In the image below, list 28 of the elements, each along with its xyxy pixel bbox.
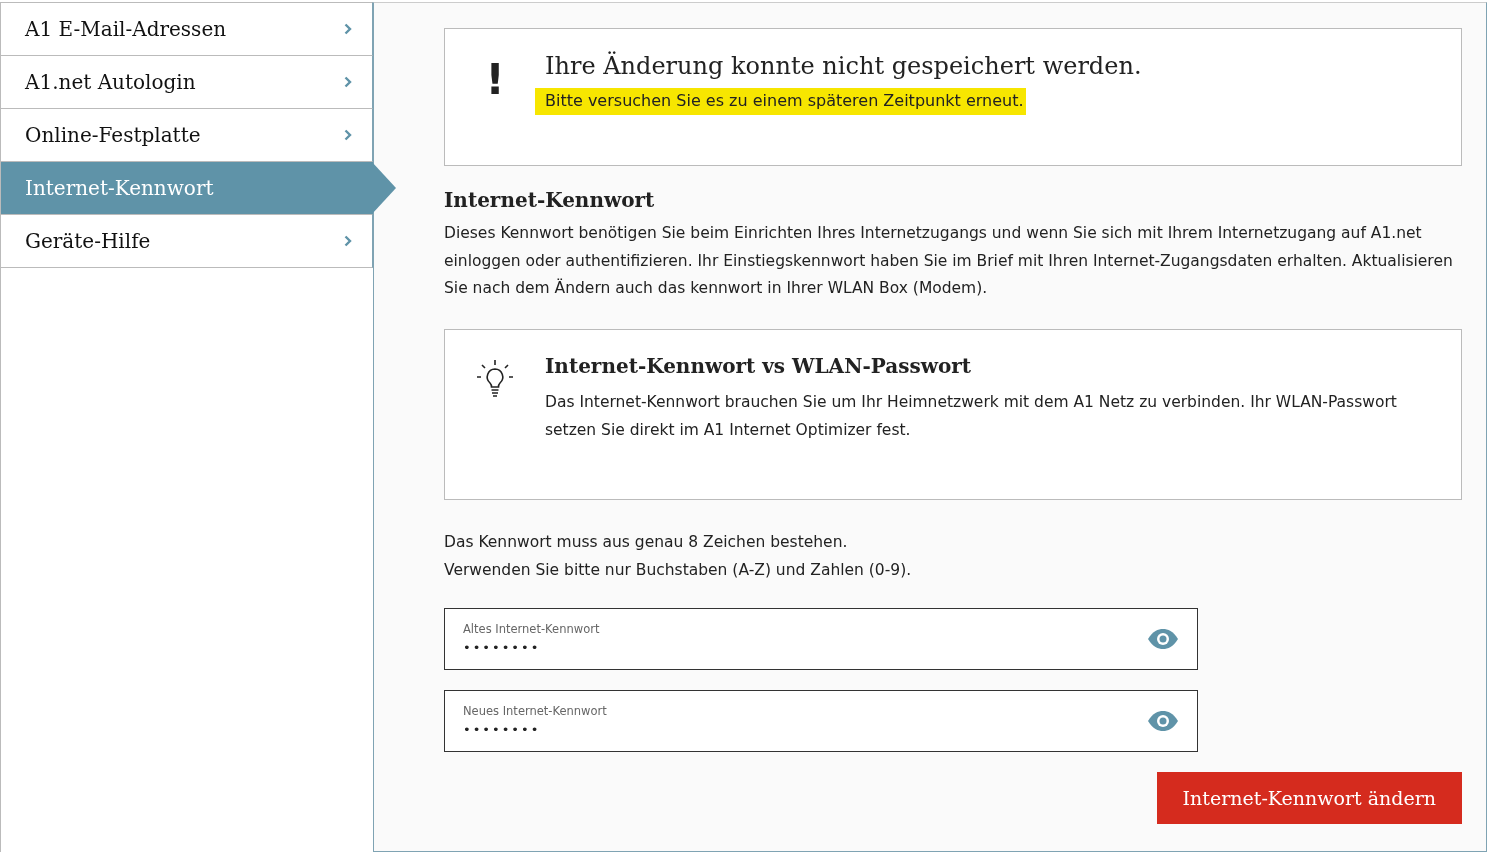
sidebar-item[interactable]: Online-Festplatte [1, 109, 373, 162]
chevron-right-icon [344, 23, 352, 35]
sidebar-item[interactable]: Geräte-Hilfe [1, 215, 373, 268]
section-description: Dieses Kennwort benötigen Sie beim Einrichten Ihres Internetzugangs und wenn Sie sich mit Ihrem Internetzugang auf A1.net einloggen oder authentifizieren. Ihr Einstiegskennwort haben Sie im Brief mit Ihren Internet-Zugangsdaten erhalten. Aktualisieren Sie nach dem Ändern auch das kennwort in Ihrer WLAN Box (Modem). [444, 223, 1454, 299]
password-value: •••••••• [463, 640, 542, 655]
error-message: Bitte versuchen Sie es zu einem späteren Zeitpunkt erneut. [535, 88, 1026, 115]
password-rule: Verwenden Sie bitte nur Buchstaben (A-Z) und Zahlen (0-9). [444, 559, 913, 581]
sidebar-item[interactable]: A1 E-Mail-Adressen [1, 2, 373, 56]
lightbulb-icon [477, 359, 513, 398]
active-pointer [372, 162, 396, 214]
password-value: •••••••• [463, 722, 542, 737]
password-rule: Das Kennwort muss aus genau 8 Zeichen bestehen. [444, 531, 849, 553]
sidebar-item[interactable]: A1.net Autologin [1, 56, 373, 109]
eye-icon[interactable] [1147, 627, 1179, 650]
chevron-right-icon [344, 129, 352, 141]
error-title: Ihre Änderung konnte nicht gespeichert werden. [545, 51, 1143, 81]
eye-icon[interactable] [1147, 709, 1179, 732]
section-heading: Internet-Kennwort [444, 188, 656, 212]
field-label: Altes Internet-Kennwort [463, 622, 600, 636]
field-label: Neues Internet-Kennwort [463, 704, 607, 718]
tip-text: Das Internet-Kennwort brauchen Sie um Ihr Heimnetzwerk mit dem A1 Netz zu verbinden. Ihr WLAN-Passwort setzen Sie direkt im A1 Internet Optimizer fest. [545, 391, 1398, 441]
change-password-button[interactable]: Internet-Kennwort ändern [1156, 771, 1462, 824]
chevron-right-icon [344, 76, 352, 88]
exclamation-icon: ! [485, 57, 505, 103]
tip-title: Internet-Kennwort vs WLAN-Passwort [545, 353, 973, 378]
chevron-right-icon [344, 235, 352, 247]
password-field[interactable]: Neues Internet-Kennwort •••••••• [444, 689, 1198, 752]
password-field[interactable]: Altes Internet-Kennwort •••••••• [444, 607, 1198, 670]
